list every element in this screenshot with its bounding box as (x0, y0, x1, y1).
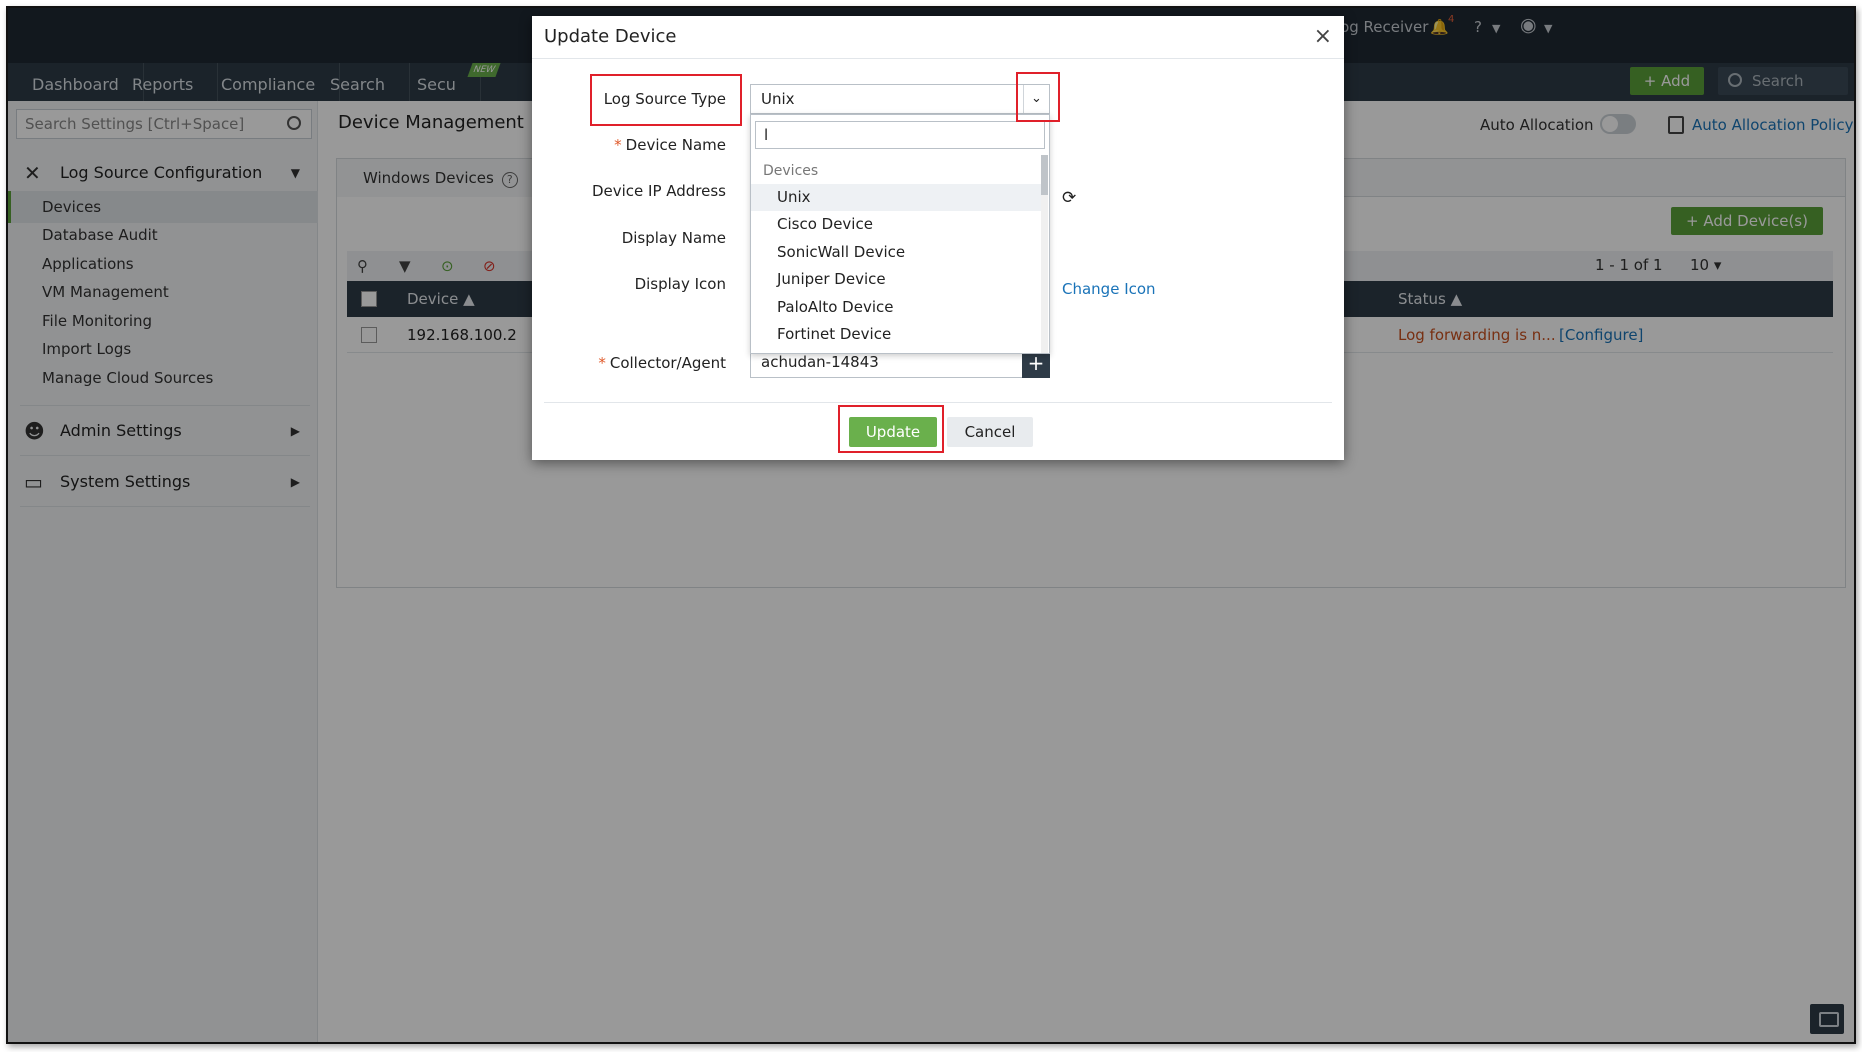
log-source-type-dropdown: l Devices Unix Cisco Device SonicWall De… (750, 114, 1050, 354)
divider (532, 58, 1344, 59)
dropdown-group-label: Devices (763, 163, 819, 179)
close-icon[interactable]: × (1314, 26, 1332, 48)
highlight-box-log-source-label (590, 74, 742, 126)
dropdown-option-fortinet[interactable]: Fortinet Device (751, 321, 1043, 348)
device-ip-label: Device IP Address (591, 182, 726, 200)
device-name-label: * Device Name (614, 136, 726, 154)
cancel-button[interactable]: Cancel (947, 417, 1033, 447)
collector-agent-label-text: Collector/Agent (609, 354, 726, 372)
dropdown-option-sonicwall[interactable]: SonicWall Device (751, 239, 1043, 266)
log-source-type-select[interactable]: Unix (750, 84, 1050, 114)
dropdown-scrollbar[interactable] (1041, 155, 1048, 353)
dropdown-option-unix[interactable]: Unix (751, 184, 1043, 211)
highlight-box-dropdown-arrow (1016, 72, 1060, 122)
add-collector-button[interactable]: + (1022, 350, 1050, 378)
collector-agent-field[interactable]: achudan-14843 (750, 350, 1024, 378)
display-name-label: Display Name (621, 229, 726, 247)
change-icon-link[interactable]: Change Icon (1062, 280, 1156, 298)
dialog-title: Update Device (544, 26, 677, 47)
collector-agent-label: * Collector/Agent (598, 354, 726, 372)
dropdown-option-paloalto[interactable]: PaloAlto Device (751, 294, 1043, 321)
display-icon-label: Display Icon (634, 275, 726, 293)
app-window: Log Receiver 🔔 4 ? ▼ ◉ ▼ Dashboard Repor… (6, 6, 1856, 1044)
dropdown-search-input[interactable]: l (755, 121, 1045, 149)
refresh-icon[interactable]: ⟳ (1062, 188, 1076, 208)
dropdown-option-juniper[interactable]: Juniper Device (751, 266, 1043, 293)
divider (544, 402, 1332, 403)
highlight-box-update-button (838, 405, 944, 453)
device-name-label-text: Device Name (625, 136, 726, 154)
update-device-dialog: Update Device × Log Source Type * Device … (532, 16, 1344, 460)
dropdown-option-cisco[interactable]: Cisco Device (751, 211, 1043, 238)
